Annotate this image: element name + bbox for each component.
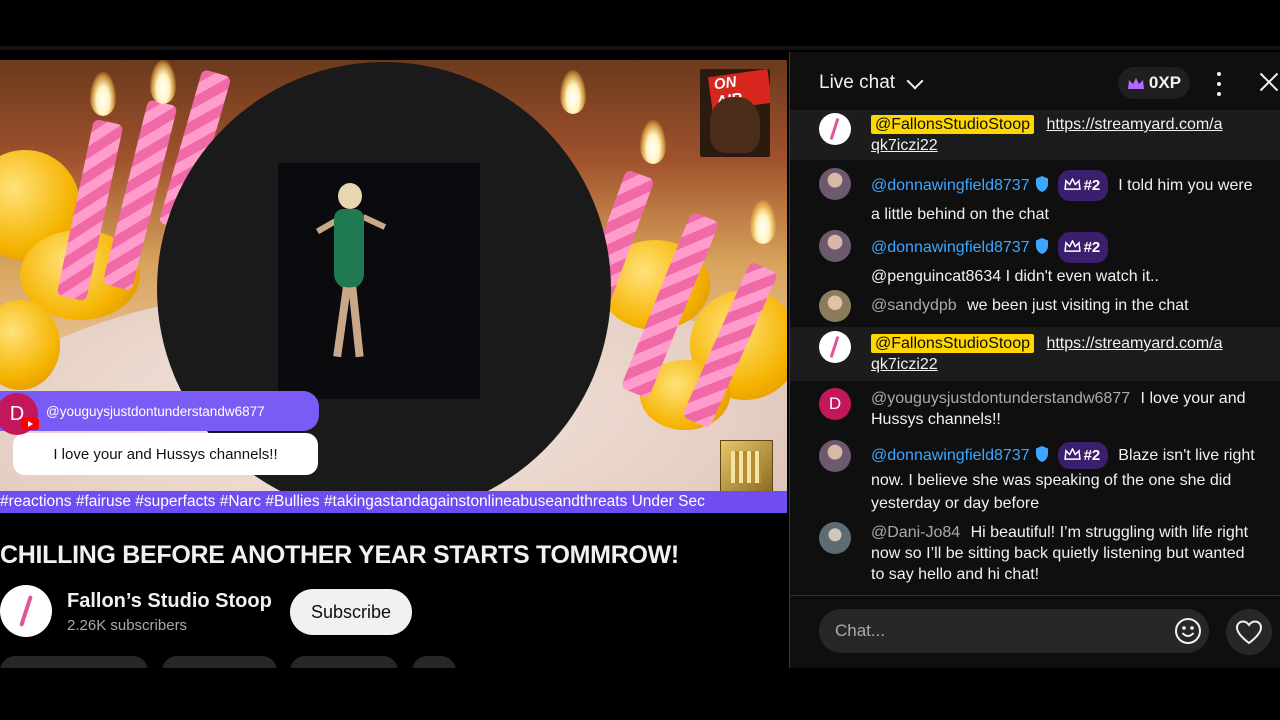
candle-flame <box>90 72 116 116</box>
author-avatar[interactable] <box>819 168 851 200</box>
top-divider <box>0 46 1280 50</box>
message-author[interactable]: @FallonsStudioStoop <box>871 115 1034 134</box>
bottom-bar <box>0 668 1280 720</box>
crown-icon <box>1127 77 1145 89</box>
subscribe-button[interactable]: Subscribe <box>290 589 412 635</box>
chat-message: @Dani-Jo84 Hi beautiful! I’m struggling … <box>790 522 1280 592</box>
author-avatar[interactable] <box>819 440 851 472</box>
overlay-author: @youguysjustdontunderstandw6877 <box>46 403 265 419</box>
video-title: CHILLING BEFORE ANOTHER YEAR STARTS TOMM… <box>0 541 679 569</box>
more-options-icon[interactable] <box>1215 72 1223 96</box>
close-icon[interactable] <box>1257 70 1280 94</box>
crown-icon <box>1063 239 1081 252</box>
author-avatar[interactable] <box>819 522 851 554</box>
author-avatar[interactable] <box>819 230 851 262</box>
channel-avatar[interactable] <box>0 585 52 637</box>
top-bar <box>0 0 1280 46</box>
message-author[interactable]: @donnawingfield8737 <box>871 177 1030 194</box>
rank-badge: #2 <box>1057 442 1109 469</box>
xp-badge[interactable]: 0XP <box>1118 67 1190 99</box>
rank-badge: #2 <box>1057 170 1109 201</box>
subscriber-count: 2.26K subscribers <box>67 617 188 634</box>
ticker-text: #reactions #fairuse #superfacts #Narc #B… <box>0 493 705 510</box>
verified-icon <box>1035 446 1048 462</box>
message-text: we been just visiting in the chat <box>967 297 1189 314</box>
chevron-down-icon[interactable] <box>906 72 924 90</box>
chat-message: @donnawingfield8737 #2 I told him you were… <box>790 168 1280 224</box>
chat-message: @FallonsStudioStoop https://streamyard.c… <box>790 110 1280 160</box>
chat-message: @FallonsStudioStoop https://streamyard.c… <box>790 327 1280 381</box>
author-avatar[interactable]: D <box>819 388 851 420</box>
hashtag-ticker: #reactions #fairuse #superfacts #Narc #B… <box>0 491 787 513</box>
verified-icon <box>1035 176 1048 192</box>
overlay-message: I love your and Hussys channels!! <box>13 433 318 475</box>
candle-flame <box>640 120 666 164</box>
crown-icon <box>1063 447 1081 460</box>
message-author[interactable]: @Dani-Jo84 <box>871 524 960 541</box>
emoji-icon[interactable] <box>1174 617 1202 645</box>
xp-value: 0XP <box>1148 73 1182 92</box>
verified-icon <box>1035 238 1048 254</box>
chat-title[interactable]: Live chat <box>819 72 895 94</box>
chat-message: @donnawingfield8737 #2 Blaze isn't live ri… <box>790 440 1280 516</box>
author-avatar[interactable] <box>819 290 851 322</box>
candle-flame <box>750 200 776 244</box>
overlay-author-bar: @youguysjustdontunderstandw6877 <box>0 391 319 431</box>
youtube-icon <box>21 418 39 430</box>
dog-photo <box>710 97 760 153</box>
message-author[interactable]: @FallonsStudioStoop <box>871 334 1034 353</box>
message-author[interactable]: @donnawingfield8737 <box>871 447 1030 464</box>
message-author[interactable]: @donnawingfield8737 <box>871 239 1030 256</box>
chat-message: @donnawingfield8737 #2 @penguincat8634 I d… <box>790 230 1280 286</box>
message-author[interactable]: @sandydpb <box>871 297 957 314</box>
author-avatar[interactable] <box>819 331 851 363</box>
heart-button[interactable] <box>1226 609 1272 655</box>
channel-name[interactable]: Fallon’s Studio Stoop <box>67 590 272 613</box>
message-text: @penguincat8634 I didn't even watch it.. <box>871 268 1159 285</box>
rank-badge: #2 <box>1057 232 1109 263</box>
chat-header: Live chat 0XP <box>790 52 1280 112</box>
live-chat-panel: Live chat 0XP @FallonsStudioStoop https:… <box>789 52 1280 668</box>
building-thumbnail <box>720 440 773 493</box>
heart-icon <box>1235 620 1263 645</box>
candle-flame <box>560 70 586 114</box>
crown-icon <box>1063 177 1081 190</box>
chat-message: D @youguysjustdontunderstandw6877 I love… <box>790 388 1280 434</box>
author-avatar[interactable] <box>819 113 851 145</box>
dancer-video <box>278 163 480 399</box>
on-air-cam: ON AIR <box>700 69 770 157</box>
chat-message: @sandydpb we been just visiting in the c… <box>790 290 1280 324</box>
chat-divider <box>790 595 1280 596</box>
chat-input[interactable] <box>819 609 1209 653</box>
candle-flame <box>150 60 176 104</box>
message-author[interactable]: @youguysjustdontunderstandw6877 <box>871 390 1130 407</box>
